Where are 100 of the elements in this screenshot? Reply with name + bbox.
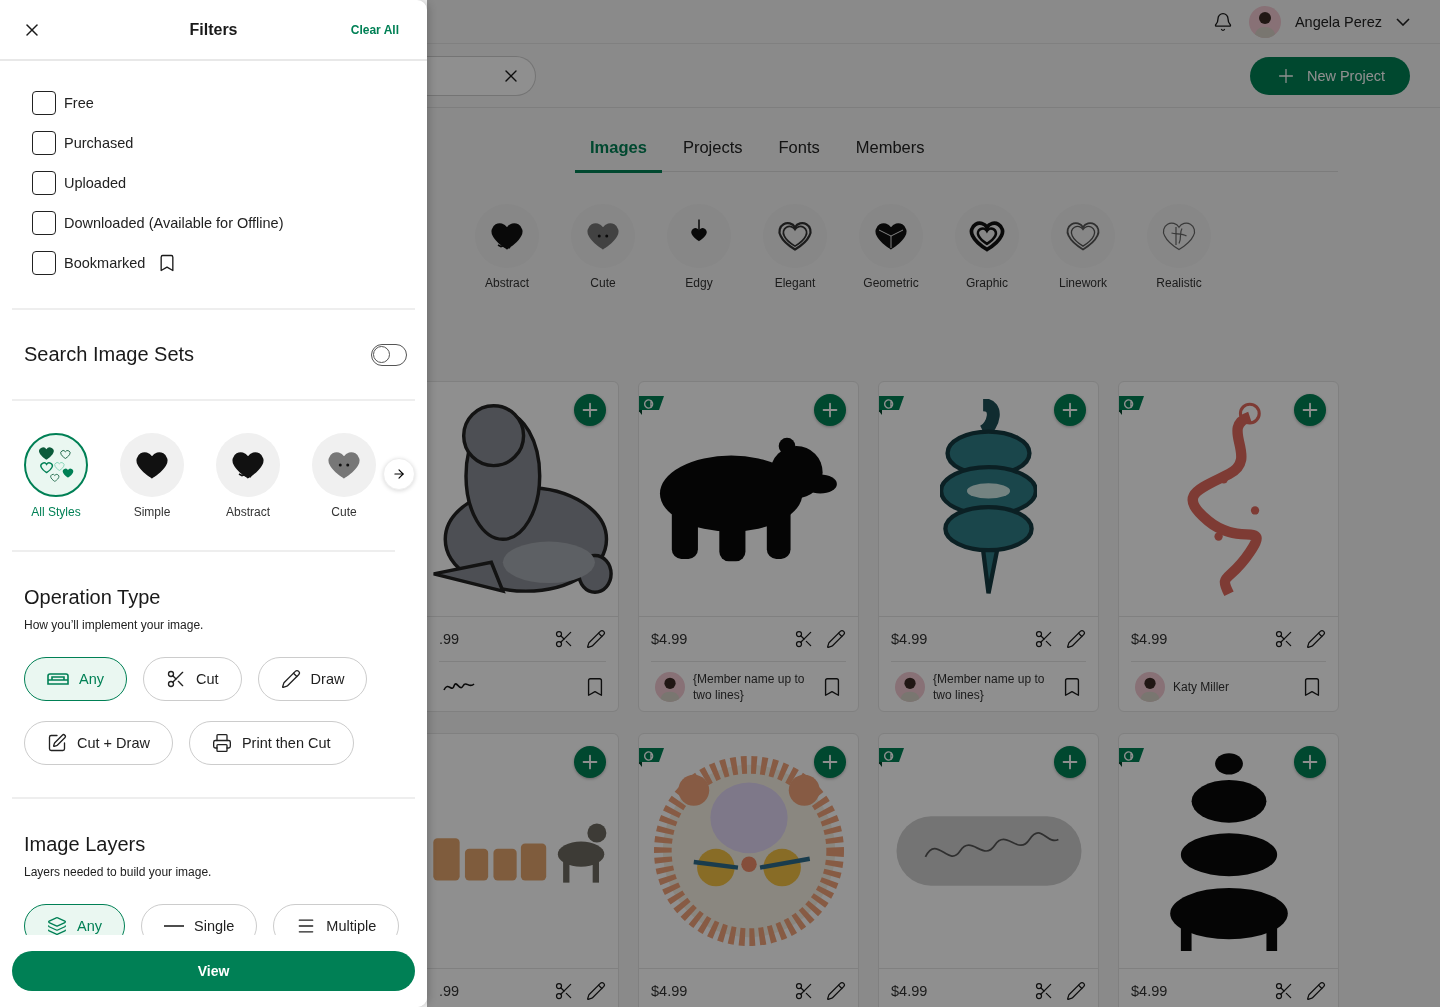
price: $4.99	[1131, 631, 1169, 647]
price: $4.99	[651, 983, 689, 999]
add-button[interactable]	[814, 394, 846, 426]
image-card[interactable]: $4.99	[1118, 733, 1339, 1007]
price: .99	[439, 983, 461, 999]
style-option[interactable]: Geometric	[843, 204, 939, 290]
image-card[interactable]: $4.99	[878, 733, 1099, 1007]
image-card[interactable]: .99	[427, 381, 619, 712]
pencil-icon	[1066, 629, 1086, 649]
next-button[interactable]	[383, 458, 415, 490]
chevron-down-icon	[1396, 17, 1410, 26]
user-menu[interactable]: Angela Perez	[1248, 5, 1410, 38]
checkbox[interactable]	[32, 131, 56, 155]
pencil-icon	[826, 981, 846, 1001]
avatar	[1135, 671, 1165, 702]
notification-button[interactable]	[1212, 11, 1233, 32]
pencil-icon	[1306, 629, 1326, 649]
price: $4.99	[891, 983, 929, 999]
checkbox[interactable]	[32, 251, 56, 275]
section-title: Operation Type	[24, 585, 162, 609]
add-button[interactable]	[1054, 394, 1086, 426]
checkbox-label[interactable]: Free	[64, 95, 94, 111]
member-name[interactable]: {Member name up to two lines}	[933, 670, 1053, 703]
checkbox-label[interactable]: Uploaded	[64, 175, 127, 191]
avatar	[655, 671, 685, 702]
pen-square-icon	[47, 733, 67, 753]
pencil-icon	[586, 981, 606, 1001]
search-field[interactable]	[427, 55, 536, 96]
scissors-icon	[1034, 629, 1054, 649]
scissors-icon	[1274, 629, 1294, 649]
checkbox[interactable]	[32, 171, 56, 195]
scissors-icon	[794, 629, 814, 649]
scissors-icon	[1034, 981, 1054, 1001]
image-card[interactable]: $4.99	[638, 733, 859, 1007]
add-button[interactable]	[1054, 746, 1086, 778]
toggle-switch[interactable]	[371, 343, 407, 366]
checkbox-label[interactable]: Downloaded (Available for Offline)	[64, 215, 284, 231]
add-button[interactable]	[814, 746, 846, 778]
style-option[interactable]: Cute	[555, 204, 651, 290]
style-option[interactable]: All Styles	[8, 433, 104, 519]
tab[interactable]: Projects	[667, 125, 758, 173]
style-option[interactable]: Simple	[104, 433, 200, 519]
filter-chip[interactable]: Single	[141, 904, 258, 935]
filter-chip[interactable]: Cut	[143, 657, 242, 701]
add-button[interactable]	[1294, 394, 1326, 426]
add-button[interactable]	[1294, 746, 1326, 778]
checkbox-label[interactable]: Bookmarked	[64, 255, 146, 271]
new-project-button[interactable]: New Project	[1250, 56, 1410, 95]
scissors-icon	[554, 629, 574, 649]
style-option[interactable]: Cute	[296, 433, 392, 519]
checkbox[interactable]	[32, 211, 56, 235]
add-button[interactable]	[574, 394, 606, 426]
style-option[interactable]: Abstract	[459, 204, 555, 290]
filter-chip[interactable]: Print then Cut	[188, 721, 354, 765]
section-subtitle: How you’ll implement your image.	[24, 617, 205, 633]
view-button[interactable]: View	[12, 951, 415, 991]
layers-icon	[47, 916, 67, 935]
scissors-icon	[794, 981, 814, 1001]
image-card[interactable]: $4.99 {Member name up to two lines}	[878, 381, 1099, 712]
style-option[interactable]: Edgy	[651, 204, 747, 290]
section-subtitle: Layers needed to build your image.	[24, 864, 213, 880]
scissors-icon	[1274, 981, 1294, 1001]
member-name[interactable]: {Member name up to two lines}	[693, 670, 813, 703]
style-option[interactable]: Graphic	[939, 204, 1035, 290]
filter-chip[interactable]: Any	[24, 904, 125, 935]
price: $4.99	[651, 631, 689, 647]
tab[interactable]: Fonts	[763, 125, 835, 173]
tab[interactable]: Images	[575, 125, 662, 173]
drawer-title: Filters	[189, 20, 238, 39]
pencil-icon	[826, 629, 846, 649]
style-option[interactable]: Linework	[1035, 204, 1131, 290]
style-option[interactable]: Realistic	[1131, 204, 1227, 290]
filter-chip[interactable]: Multiple	[273, 904, 400, 935]
pencil-icon	[1066, 981, 1086, 1001]
section-title: Image Layers	[24, 832, 147, 856]
pencil-icon	[1306, 981, 1326, 1001]
line-icon	[164, 925, 184, 927]
pencil-icon	[280, 669, 301, 689]
tab[interactable]: Members	[840, 125, 940, 173]
heart-icon	[969, 218, 1005, 254]
style-option[interactable]: Abstract	[200, 433, 296, 519]
image-card[interactable]: .99	[427, 733, 619, 1007]
image-card[interactable]: $4.99 Katy Miller	[1118, 381, 1339, 712]
filter-chip[interactable]: Cut + Draw	[24, 721, 173, 765]
avatar	[1248, 5, 1281, 38]
filter-chip[interactable]: Draw	[257, 657, 368, 701]
printer-icon	[211, 733, 232, 753]
checkbox-label[interactable]: Purchased	[64, 135, 134, 151]
member-name[interactable]: Katy Miller	[1173, 678, 1293, 695]
price: $4.99	[891, 631, 929, 647]
arrow-right-icon	[392, 467, 406, 481]
filter-chip[interactable]: Any	[24, 657, 127, 701]
clear-all-link[interactable]: Clear All	[350, 22, 399, 37]
checkbox[interactable]	[32, 91, 56, 115]
style-option[interactable]: Elegant	[747, 204, 843, 290]
add-button[interactable]	[574, 746, 606, 778]
price: .99	[439, 631, 461, 647]
scissors-icon	[554, 981, 574, 1001]
setting-label: Search Image Sets	[24, 343, 195, 366]
image-card[interactable]: $4.99 {Member name up to two lines}	[638, 381, 859, 712]
